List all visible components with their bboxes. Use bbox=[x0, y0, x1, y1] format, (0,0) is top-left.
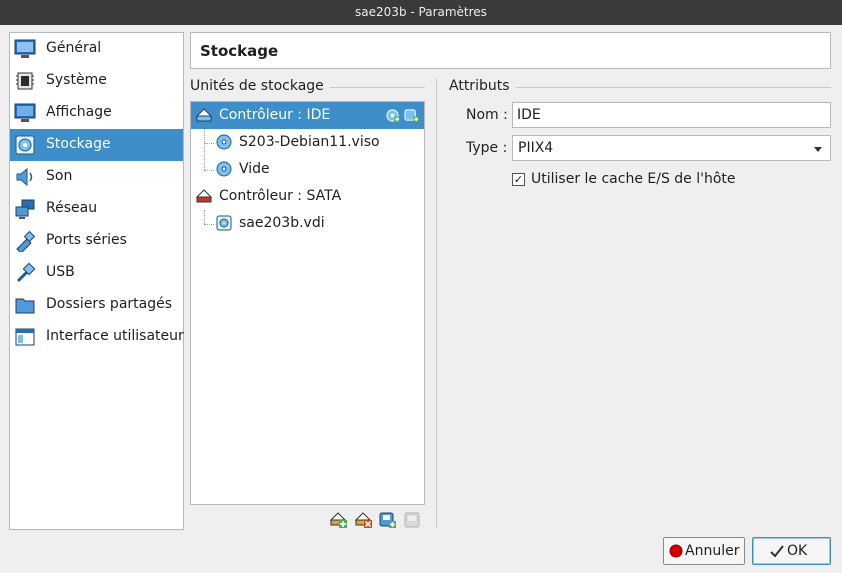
cancel-button[interactable]: Annuler bbox=[663, 537, 745, 565]
remove-controller-icon[interactable] bbox=[355, 511, 373, 529]
window-titlebar: sae203b - Paramètres bbox=[0, 0, 842, 25]
sidebar-item-system[interactable]: Système bbox=[10, 65, 183, 97]
tree-item-label: sae203b.vdi bbox=[239, 215, 325, 231]
speaker-icon bbox=[16, 167, 33, 187]
usb-icon bbox=[16, 262, 36, 283]
sidebar-item-label: Dossiers partagés bbox=[46, 296, 173, 312]
sidebar-item-label: USB bbox=[46, 264, 75, 280]
sidebar-item-storage[interactable]: Stockage bbox=[10, 129, 183, 161]
host-io-cache-checkbox[interactable]: ✓ bbox=[512, 173, 525, 186]
optical-disc-icon bbox=[216, 161, 232, 177]
cancel-button-label: Annuler bbox=[685, 543, 740, 559]
sidebar-item-user-interface[interactable]: Interface utilisateur bbox=[10, 321, 184, 353]
sata-controller-icon bbox=[195, 189, 213, 203]
tree-item-optical-drive-2[interactable]: Vide bbox=[191, 156, 424, 183]
controller-type-select[interactable]: PIIX4 bbox=[512, 135, 831, 161]
hard-disk-icon bbox=[216, 215, 232, 231]
sidebar-item-serial-ports[interactable]: Ports séries bbox=[10, 225, 183, 257]
checkmark-icon bbox=[770, 545, 784, 558]
attributes-separator bbox=[436, 78, 437, 528]
storage-group-title: Unités de stockage bbox=[190, 78, 330, 94]
tree-item-label: Vide bbox=[239, 161, 270, 177]
sidebar-item-label: Système bbox=[46, 72, 107, 88]
sidebar-item-label: Général bbox=[46, 40, 102, 56]
page-header: Stockage bbox=[190, 32, 831, 69]
window-title: sae203b - Paramètres bbox=[355, 5, 487, 19]
controller-name-input[interactable] bbox=[512, 102, 831, 128]
sidebar-item-audio[interactable]: Son bbox=[10, 161, 183, 193]
sidebar-item-label: Stockage bbox=[46, 136, 111, 152]
add-attachment-icon[interactable] bbox=[379, 511, 397, 529]
chip-icon bbox=[16, 72, 34, 90]
tree-item-optical-drive-1[interactable]: S203-Debian11.viso bbox=[191, 129, 424, 156]
ide-controller-icon bbox=[195, 108, 213, 122]
display-monitor-icon bbox=[14, 103, 36, 122]
sidebar-item-shared-folders[interactable]: Dossiers partagés bbox=[10, 289, 183, 321]
settings-sidebar: Général Système Affichage Stockage Son R… bbox=[9, 32, 184, 530]
ui-window-icon bbox=[15, 328, 35, 346]
add-hard-disk-icon[interactable] bbox=[404, 108, 419, 123]
sidebar-item-label: Interface utilisateur bbox=[46, 328, 184, 344]
host-io-cache-label: Utiliser le cache E/S de l'hôte bbox=[531, 171, 736, 187]
tree-item-label: Contrôleur : SATA bbox=[219, 188, 342, 204]
network-icon bbox=[15, 199, 35, 219]
optical-disc-icon bbox=[216, 134, 232, 150]
cancel-icon bbox=[669, 544, 683, 558]
sidebar-item-label: Affichage bbox=[46, 104, 112, 120]
tree-item-label: Contrôleur : IDE bbox=[219, 107, 331, 123]
disc-storage-icon bbox=[15, 135, 35, 155]
sidebar-item-label: Réseau bbox=[46, 200, 98, 216]
type-field-label: Type : bbox=[466, 140, 508, 156]
sidebar-item-general[interactable]: Général bbox=[10, 33, 183, 65]
sidebar-item-network[interactable]: Réseau bbox=[10, 193, 183, 225]
add-optical-drive-icon[interactable] bbox=[385, 108, 400, 123]
serial-port-icon bbox=[16, 230, 36, 252]
attributes-group-title: Attributs bbox=[449, 78, 516, 94]
controller-type-value: PIIX4 bbox=[518, 140, 554, 156]
tree-item-ide-controller[interactable]: Contrôleur : IDE bbox=[191, 102, 424, 129]
tree-item-hard-disk[interactable]: sae203b.vdi bbox=[191, 210, 424, 237]
name-field-label: Nom : bbox=[466, 107, 508, 123]
general-monitor-icon bbox=[14, 39, 36, 58]
tree-item-label: S203-Debian11.viso bbox=[239, 134, 380, 150]
sidebar-item-display[interactable]: Affichage bbox=[10, 97, 183, 129]
tree-item-sata-controller[interactable]: Contrôleur : SATA bbox=[191, 183, 424, 210]
ok-button-label: OK bbox=[787, 543, 808, 559]
sidebar-item-usb[interactable]: USB bbox=[10, 257, 183, 289]
storage-tree[interactable]: Contrôleur : IDE S203-Debian11.viso Vide… bbox=[190, 101, 425, 505]
page-title: Stockage bbox=[200, 42, 279, 60]
add-controller-icon[interactable] bbox=[330, 511, 348, 529]
chevron-down-icon bbox=[814, 147, 822, 152]
ok-button[interactable]: OK bbox=[752, 537, 831, 565]
folder-icon bbox=[15, 298, 35, 314]
sidebar-item-label: Ports séries bbox=[46, 232, 127, 248]
sidebar-item-label: Son bbox=[46, 168, 73, 184]
remove-attachment-icon[interactable] bbox=[404, 511, 422, 529]
